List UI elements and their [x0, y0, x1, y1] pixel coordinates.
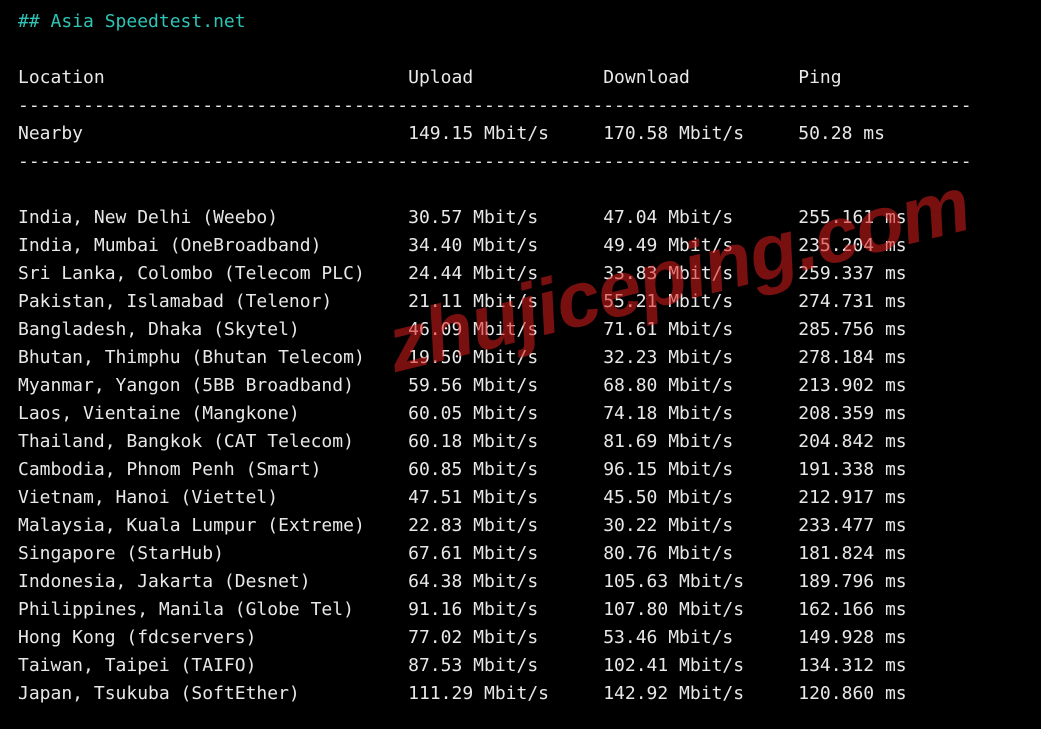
blank-row [18, 179, 29, 200]
table-row: Pakistan, Islamabad (Telenor) 21.11 Mbit… [18, 291, 907, 312]
divider: ----------------------------------------… [18, 95, 972, 116]
table-body: India, New Delhi (Weebo) 30.57 Mbit/s 47… [18, 207, 907, 704]
table-row: Philippines, Manila (Globe Tel) 91.16 Mb… [18, 599, 907, 620]
table-row: Singapore (StarHub) 67.61 Mbit/s 80.76 M… [18, 543, 907, 564]
table-row: Bangladesh, Dhaka (Skytel) 46.09 Mbit/s … [18, 319, 907, 340]
table-row: Sri Lanka, Colombo (Telecom PLC) 24.44 M… [18, 263, 907, 284]
table-row: India, Mumbai (OneBroadband) 34.40 Mbit/… [18, 235, 907, 256]
table-row: Vietnam, Hanoi (Viettel) 47.51 Mbit/s 45… [18, 487, 907, 508]
table-row: Japan, Tsukuba (SoftEther) 111.29 Mbit/s… [18, 683, 907, 704]
table-row: Indonesia, Jakarta (Desnet) 64.38 Mbit/s… [18, 571, 907, 592]
terminal-output: ## Asia Speedtest.net Location Upload Do… [0, 0, 1041, 729]
divider: ----------------------------------------… [18, 151, 972, 172]
table-row: Malaysia, Kuala Lumpur (Extreme) 22.83 M… [18, 515, 907, 536]
table-row: Taiwan, Taipei (TAIFO) 87.53 Mbit/s 102.… [18, 655, 907, 676]
table-row: Thailand, Bangkok (CAT Telecom) 60.18 Mb… [18, 431, 907, 452]
table-row: Bhutan, Thimphu (Bhutan Telecom) 19.50 M… [18, 347, 907, 368]
nearby-row: Nearby 149.15 Mbit/s 170.58 Mbit/s 50.28… [18, 123, 885, 144]
table-row: Hong Kong (fdcservers) 77.02 Mbit/s 53.4… [18, 627, 907, 648]
table-row: Cambodia, Phnom Penh (Smart) 60.85 Mbit/… [18, 459, 907, 480]
table-row: Myanmar, Yangon (5BB Broadband) 59.56 Mb… [18, 375, 907, 396]
section-title: ## Asia Speedtest.net [18, 11, 246, 32]
header-row: Location Upload Download Ping [18, 67, 842, 88]
table-row: India, New Delhi (Weebo) 30.57 Mbit/s 47… [18, 207, 907, 228]
table-row: Laos, Vientaine (Mangkone) 60.05 Mbit/s … [18, 403, 907, 424]
